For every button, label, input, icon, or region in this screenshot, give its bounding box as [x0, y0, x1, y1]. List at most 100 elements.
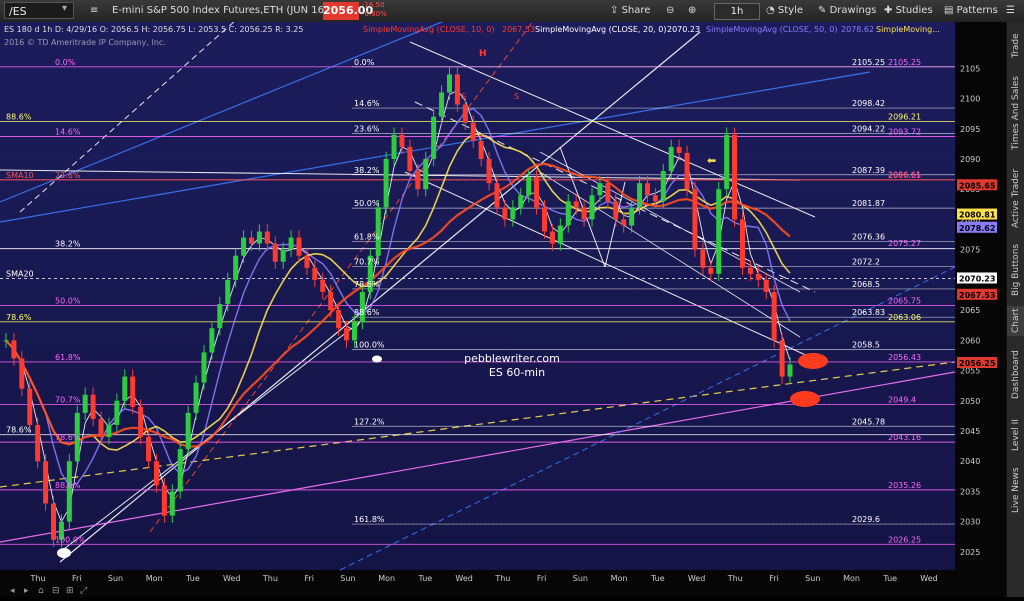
chevron-down-icon[interactable]: ▾: [62, 3, 67, 14]
x-tick-label: Thu: [727, 574, 743, 583]
candle-body: [161, 485, 167, 516]
candle-body: [652, 195, 658, 202]
chart-nav-icon[interactable]: ▸: [24, 586, 29, 596]
candle-body: [787, 364, 793, 377]
right-level-value: 2096.21: [888, 112, 921, 121]
chart-nav-icon[interactable]: ⊞: [66, 586, 74, 596]
candle-body: [193, 382, 199, 413]
touch-point-marker: [372, 355, 382, 363]
candle-body: [462, 104, 468, 123]
chart-nav-icon[interactable]: ⌂: [38, 586, 44, 596]
tab-chart[interactable]: Chart: [1007, 306, 1024, 336]
fib-mid-value: 2087.39: [852, 166, 885, 175]
zoom-out-icon: ⊖: [666, 5, 675, 16]
candle-body: [98, 418, 104, 438]
candle-body: [581, 207, 587, 220]
pattern-left-shoulder-label: S: [461, 92, 466, 101]
candle-body: [771, 291, 777, 341]
candle-body: [454, 74, 460, 105]
candle-body: [407, 146, 413, 172]
x-tick-label: Thu: [29, 574, 45, 583]
tab-times-and-sales[interactable]: Times And Sales: [1007, 70, 1024, 156]
watermark-site: pebblewriter.com: [464, 352, 560, 365]
tab-dashboard[interactable]: Dashboard: [1007, 342, 1024, 408]
fib-mid-value: 2094.22: [852, 124, 885, 133]
share-button[interactable]: ⇪ Share: [606, 2, 654, 19]
drawings-button[interactable]: ✎ Drawings: [814, 2, 880, 19]
fib-left-label: 78.6%: [6, 426, 32, 435]
x-tick-label: Mon: [378, 574, 395, 583]
tab-trade[interactable]: Trade: [1007, 28, 1024, 64]
tab-active-trader[interactable]: Active Trader: [1007, 162, 1024, 234]
x-tick-label: Sun: [340, 574, 355, 583]
candle-body: [114, 400, 120, 425]
gear-icon: ☰: [1006, 5, 1015, 16]
study-sma10-value: 2067.53: [502, 25, 535, 34]
share-icon: ⇪: [610, 5, 619, 16]
tab-live-news[interactable]: Live News: [1007, 462, 1024, 518]
candle-body: [470, 122, 476, 141]
right-level-value: 2056.43: [888, 353, 921, 362]
right-level-value: 2065.75: [888, 297, 921, 306]
x-tick-label: Tue: [882, 574, 897, 583]
zoom-in-button[interactable]: ⊕: [684, 2, 700, 19]
candle-body: [122, 376, 128, 401]
chart-nav-icon[interactable]: ◂: [10, 586, 15, 596]
candle-body: [280, 249, 286, 262]
candle-body: [557, 225, 563, 244]
candle-body: [11, 340, 17, 359]
x-tick-label: Sun: [573, 574, 588, 583]
fib-left-label: SMA10: [6, 171, 34, 180]
candle-body: [486, 158, 492, 184]
x-tick-label: Wed: [223, 574, 240, 583]
study-sma50-label[interactable]: SimpleMovingAvg (CLOSE, 50, 0): [706, 25, 837, 34]
right-level-value: 2093.72: [888, 127, 921, 136]
studies-button[interactable]: ✚ Studies: [880, 2, 937, 19]
candle-body: [256, 231, 262, 244]
x-tick-label: Sun: [805, 574, 820, 583]
y-tick-label: 2100: [960, 95, 980, 104]
candle-body: [138, 406, 144, 438]
top-toolbar: /ES ▾ ≡ E-mini S&P 500 Index Futures,ETH…: [0, 0, 1024, 23]
candle-body: [312, 267, 318, 280]
candle-body: [233, 255, 239, 280]
x-tick-label: Mon: [843, 574, 860, 583]
candle-body: [264, 231, 270, 244]
zoom-out-button[interactable]: ⊖: [662, 2, 678, 19]
tab-level-ii[interactable]: Level II: [1007, 414, 1024, 456]
y-tick-label: 2050: [960, 397, 980, 406]
y-tick-label: 2060: [960, 336, 980, 345]
study-sma20-label[interactable]: SimpleMovingAvg (CLOSE, 20, 0): [535, 25, 666, 34]
right-level-value: 2049.4: [888, 395, 916, 404]
interval-select[interactable]: 1h: [714, 3, 760, 20]
fib-left-label: 70.7%: [55, 395, 81, 404]
study-sma10-label[interactable]: SimpleMovingAvg (CLOSE, 10, 0): [363, 25, 494, 34]
ohlc-readout: ES 180 d 1h D: 4/29/16 O: 2056.5 H: 2056…: [4, 25, 303, 34]
style-icon: ◔: [766, 5, 775, 16]
fib-mid-label: 23.6%: [354, 124, 380, 133]
fib-mid-value: 2076.36: [852, 232, 885, 241]
patterns-button[interactable]: ▤ Patterns: [940, 2, 1002, 19]
candle-body: [185, 412, 191, 450]
fib-mid-value: 2105.25: [852, 58, 885, 67]
candle-body: [391, 134, 397, 159]
fib-mid-value: 2081.87: [852, 199, 885, 208]
chart-nav-icon[interactable]: ⤢: [79, 586, 87, 596]
fib-mid-label: 88.6%: [354, 308, 380, 317]
candle-body: [549, 231, 555, 244]
style-button[interactable]: ◔ Style: [762, 2, 807, 19]
axis-price-tag-label: 2085.65: [959, 181, 996, 190]
candle-body: [700, 249, 706, 268]
candle-body: [629, 207, 635, 226]
chart-nav-icon[interactable]: ⊟: [52, 586, 60, 596]
study-sma-extra-label[interactable]: SimpleMoving...: [876, 25, 940, 34]
tab-big-buttons[interactable]: Big Buttons: [1007, 240, 1024, 300]
price-chart[interactable]: 0.0% 88.6% 14.6% 23.6% SMA10 38.2% SMA20 50.0% 7…: [0, 0, 1006, 597]
right-level-value: 2075.27: [888, 239, 921, 248]
candle-body: [130, 376, 136, 407]
chart-area[interactable]: 0.0% 88.6% 14.6% 23.6% SMA10 38.2% SMA20 50.0% 7…: [0, 0, 1006, 597]
settings-button[interactable]: ☰: [1002, 2, 1019, 19]
x-tick-label: Sun: [108, 574, 123, 583]
candle-body: [383, 158, 389, 208]
menu-icon[interactable]: ≡: [90, 3, 98, 19]
